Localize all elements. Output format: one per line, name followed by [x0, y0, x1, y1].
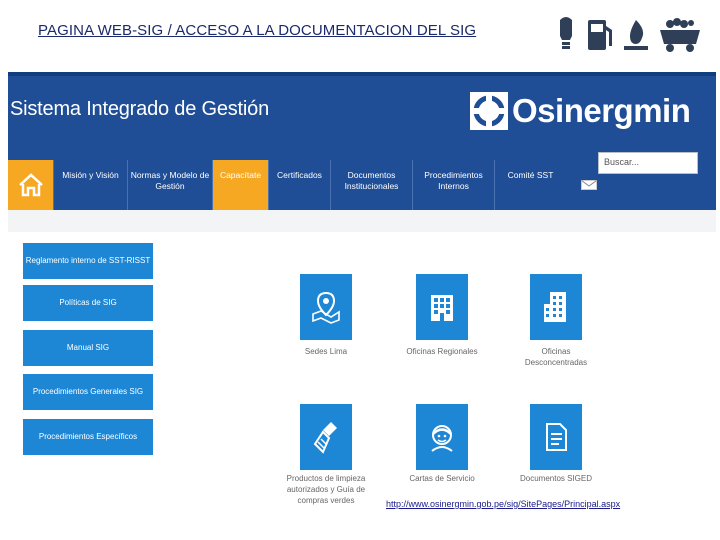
document-icon: [546, 423, 567, 451]
service-agent-icon: [431, 425, 453, 452]
tile-label-documentos-siged[interactable]: Documentos SIGED: [512, 473, 600, 484]
nav-capacitate[interactable]: Capacítate: [213, 160, 269, 210]
nav-home[interactable]: [8, 160, 54, 210]
mail-icon: [581, 180, 597, 190]
tile-label-productos-limpieza[interactable]: Productos de limpieza autorizados y Guía…: [280, 473, 372, 506]
logo-mark-icon: [470, 92, 508, 130]
gas-flame-icon: [624, 20, 648, 50]
search-input[interactable]: Buscar...: [598, 152, 698, 174]
tile-label-oficinas-desconcentradas[interactable]: Oficinas Desconcentradas: [518, 346, 594, 368]
fuel-pump-icon: [588, 20, 612, 50]
tile-documentos-siged[interactable]: [530, 404, 582, 470]
tile-productos-limpieza[interactable]: [300, 404, 352, 470]
office-tower-icon: [544, 292, 566, 322]
tile-label-sedes-lima[interactable]: Sedes Lima: [290, 346, 362, 357]
nav-normas[interactable]: Normas y Modelo de Gestión: [128, 160, 213, 210]
map-pin-icon: [312, 291, 340, 324]
building-icon: [431, 295, 453, 321]
nav-procedimientos[interactable]: Procedimientos Internos: [413, 160, 495, 210]
site-header: Sistema Integrado de Gestión Osinergmin: [8, 72, 716, 160]
cleaning-brush-icon: [313, 422, 337, 454]
site-title: Sistema Integrado de Gestión: [10, 98, 269, 120]
brand-name: Osinergmin: [512, 92, 691, 129]
site-url-link[interactable]: http://www.osinergmin.gob.pe/sig/SitePag…: [384, 499, 623, 509]
tile-cartas-servicio[interactable]: [416, 404, 468, 470]
nav-mision[interactable]: Misión y Visión: [54, 160, 128, 210]
sidebar-button-risst[interactable]: Reglamento interno de SST-RISST: [23, 243, 153, 279]
energy-icons: [560, 17, 700, 52]
nav-comite[interactable]: Comité SST: [495, 160, 566, 210]
tile-oficinas-desconcentradas[interactable]: [530, 274, 582, 340]
tile-label-oficinas-regionales[interactable]: Oficinas Regionales: [400, 346, 484, 357]
nav-documentos[interactable]: Documentos Institucionales: [331, 160, 413, 210]
mining-cart-icon: [660, 18, 700, 52]
sidebar-button-proc-especificos[interactable]: Procedimientos Específicos: [23, 419, 153, 455]
bulb-icon: [560, 17, 572, 49]
tile-label-cartas-servicio[interactable]: Cartas de Servicio: [400, 473, 484, 484]
home-icon: [18, 173, 43, 197]
sidebar-button-proc-generales[interactable]: Procedimientos Generales SIG: [23, 374, 153, 410]
nav-certificados[interactable]: Certificados: [269, 160, 331, 210]
content-strip: [8, 210, 716, 232]
tile-oficinas-regionales[interactable]: [416, 274, 468, 340]
sidebar: Reglamento interno de SST-RISST Política…: [12, 233, 153, 463]
osinergmin-logo[interactable]: Osinergmin: [470, 88, 691, 134]
sidebar-button-politicas[interactable]: Políticas de SIG: [23, 285, 153, 321]
sidebar-button-manual[interactable]: Manual SIG: [23, 330, 153, 366]
tile-sedes-lima[interactable]: [300, 274, 352, 340]
slide-title: PAGINA WEB-SIG / ACCESO A LA DOCUMENTACI…: [38, 22, 477, 39]
